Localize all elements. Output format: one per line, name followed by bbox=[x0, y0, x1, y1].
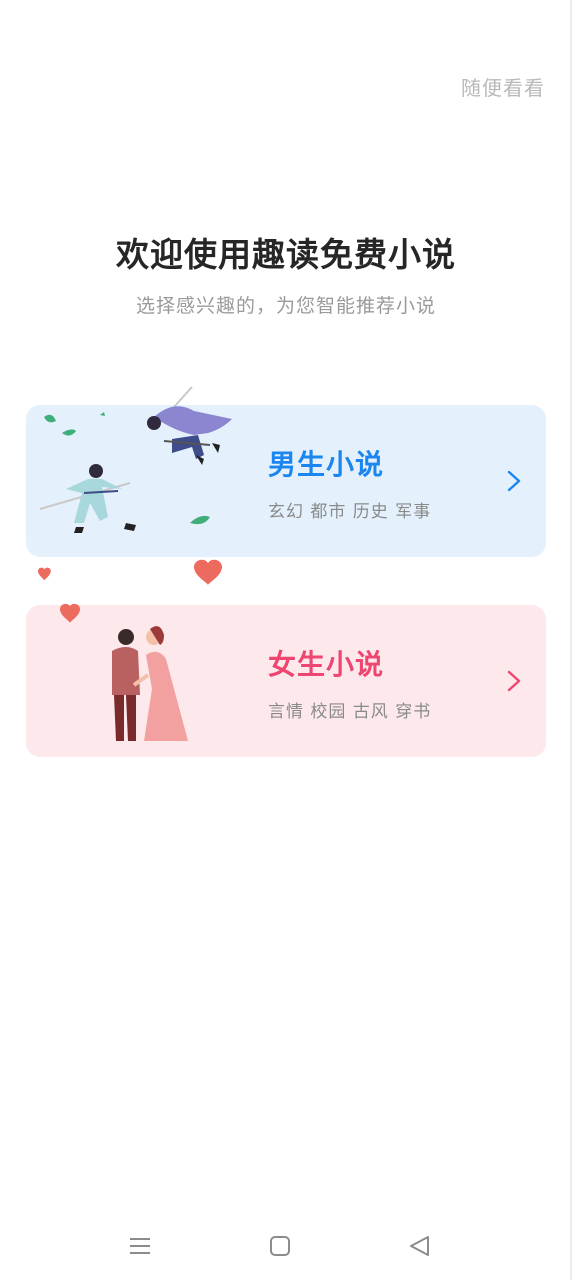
female-novels-title: 女生小说 bbox=[268, 648, 385, 681]
female-novels-genres: 言情 校园 古风 穿书 bbox=[268, 702, 432, 722]
welcome-title: 欢迎使用趣读免费小说 bbox=[116, 235, 456, 274]
swordsmen-duel-illustration bbox=[39, 386, 232, 533]
female-novels-card[interactable]: 女生小说 言情 校园 古风 穿书 bbox=[26, 559, 546, 757]
chevron-right-icon bbox=[507, 670, 521, 692]
skip-button[interactable]: 随便看看 bbox=[461, 72, 545, 101]
gender-selection-screen: 随便看看 欢迎使用趣读免费小说 选择感兴趣的，为您智能推荐小说 男生小说 玄幻 … bbox=[0, 0, 572, 1280]
male-novels-card[interactable]: 男生小说 玄幻 都市 历史 军事 bbox=[26, 386, 546, 557]
system-navigation-bar bbox=[0, 1218, 572, 1274]
male-novels-title: 男生小说 bbox=[268, 448, 385, 481]
welcome-subtitle: 选择感兴趣的，为您智能推荐小说 bbox=[135, 295, 436, 317]
male-novels-genres: 玄幻 都市 历史 军事 bbox=[268, 502, 432, 522]
chevron-right-icon bbox=[507, 470, 521, 492]
back-icon[interactable] bbox=[406, 1232, 434, 1260]
menu-icon[interactable] bbox=[126, 1232, 154, 1260]
romantic-couple-illustration bbox=[38, 559, 222, 741]
home-icon[interactable] bbox=[266, 1232, 294, 1260]
